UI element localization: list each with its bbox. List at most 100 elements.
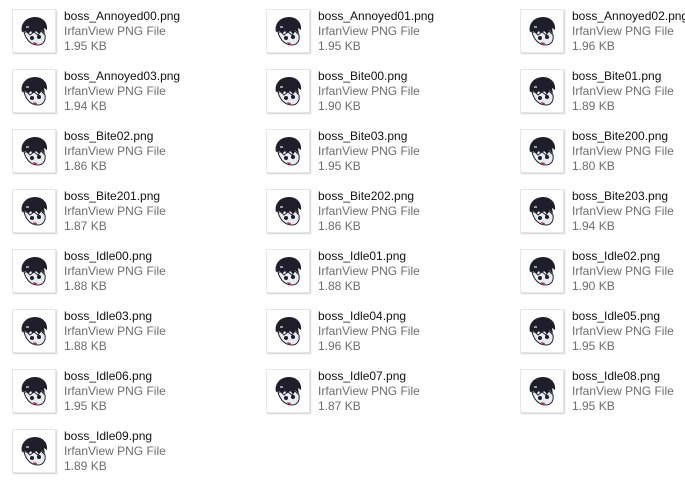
file-tile[interactable]: boss_Bite203.png IrfanView PNG File 1.94… [508,180,685,233]
file-type: IrfanView PNG File [318,324,420,338]
file-type: IrfanView PNG File [318,204,420,218]
file-tile[interactable]: boss_Idle08.png IrfanView PNG File 1.95 … [508,360,685,413]
boss-sprite-thumbnail-icon [12,189,56,233]
file-tile[interactable]: boss_Idle09.png IrfanView PNG File 1.89 … [0,420,240,473]
boss-sprite-thumbnail-icon [520,309,564,353]
file-type: IrfanView PNG File [572,264,674,278]
boss-sprite-thumbnail-icon [520,189,564,233]
file-name: boss_Idle02.png [572,249,661,263]
boss-sprite-thumbnail-icon [266,369,310,413]
boss-sprite-thumbnail-icon [12,69,56,113]
file-name: boss_Idle07.png [318,369,407,383]
file-tile[interactable]: boss_Idle07.png IrfanView PNG File 1.87 … [254,360,494,413]
boss-sprite-thumbnail-icon [12,129,56,173]
boss-sprite-thumbnail-icon [266,129,310,173]
file-tile[interactable]: boss_Bite201.png IrfanView PNG File 1.87… [0,180,240,233]
file-type: IrfanView PNG File [572,324,674,338]
file-tile[interactable]: boss_Bite202.png IrfanView PNG File 1.86… [254,180,494,233]
file-size: 1.86 KB [318,219,361,233]
boss-sprite-thumbnail-icon [520,69,564,113]
file-size: 1.88 KB [318,279,361,293]
file-type: IrfanView PNG File [318,84,420,98]
file-tile[interactable]: boss_Idle04.png IrfanView PNG File 1.96 … [254,300,494,353]
file-tile[interactable]: boss_Annoyed03.png IrfanView PNG File 1.… [0,60,240,113]
file-tile[interactable]: boss_Annoyed02.png IrfanView PNG File 1.… [508,0,685,53]
boss-sprite-thumbnail-icon [12,249,56,293]
file-name: boss_Idle09.png [64,429,153,443]
file-size: 1.90 KB [318,99,361,113]
file-type: IrfanView PNG File [64,444,166,458]
boss-sprite-thumbnail-icon [520,129,564,173]
file-type: IrfanView PNG File [572,144,674,158]
file-size: 1.90 KB [572,279,615,293]
boss-sprite-thumbnail-icon [12,369,56,413]
file-name: boss_Bite03.png [318,129,408,143]
file-type: IrfanView PNG File [64,384,166,398]
file-tile[interactable]: boss_Bite01.png IrfanView PNG File 1.89 … [508,60,685,113]
file-tile[interactable]: boss_Bite02.png IrfanView PNG File 1.86 … [0,120,240,173]
file-tile[interactable]: boss_Idle01.png IrfanView PNG File 1.88 … [254,240,494,293]
file-size: 1.95 KB [572,399,615,413]
file-type: IrfanView PNG File [572,84,674,98]
boss-sprite-thumbnail-icon [520,369,564,413]
file-name: boss_Bite202.png [318,189,415,203]
file-tiles-view: boss_Annoyed00.png IrfanView PNG File 1.… [0,0,685,486]
file-tile[interactable]: boss_Idle03.png IrfanView PNG File 1.88 … [0,300,240,353]
file-size: 1.96 KB [318,339,361,353]
file-type: IrfanView PNG File [318,264,420,278]
file-name: boss_Idle00.png [64,249,153,263]
file-size: 1.95 KB [572,339,615,353]
file-size: 1.95 KB [64,39,107,53]
file-size: 1.89 KB [572,99,615,113]
boss-sprite-thumbnail-icon [266,249,310,293]
boss-sprite-thumbnail-icon [520,249,564,293]
file-name: boss_Idle06.png [64,369,153,383]
file-tile[interactable]: boss_Idle02.png IrfanView PNG File 1.90 … [508,240,685,293]
file-name: boss_Annoyed01.png [318,9,435,23]
file-tile[interactable]: boss_Idle06.png IrfanView PNG File 1.95 … [0,360,240,413]
file-name: boss_Idle05.png [572,309,661,323]
file-type: IrfanView PNG File [64,204,166,218]
file-tile[interactable]: boss_Idle05.png IrfanView PNG File 1.95 … [508,300,685,353]
file-type: IrfanView PNG File [64,24,166,38]
file-tile[interactable]: boss_Annoyed00.png IrfanView PNG File 1.… [0,0,240,53]
file-size: 1.95 KB [64,399,107,413]
file-name: boss_Annoyed03.png [64,69,181,83]
file-tile[interactable]: boss_Bite03.png IrfanView PNG File 1.95 … [254,120,494,173]
file-size: 1.80 KB [572,159,615,173]
file-name: boss_Idle08.png [572,369,661,383]
file-type: IrfanView PNG File [64,144,166,158]
file-name: boss_Bite200.png [572,129,669,143]
boss-sprite-thumbnail-icon [520,9,564,53]
file-name: boss_Annoyed02.png [572,9,685,23]
file-type: IrfanView PNG File [572,204,674,218]
file-name: boss_Bite203.png [572,189,669,203]
file-size: 1.87 KB [318,399,361,413]
file-size: 1.87 KB [64,219,107,233]
file-name: boss_Idle03.png [64,309,153,323]
boss-sprite-thumbnail-icon [266,309,310,353]
file-size: 1.95 KB [318,159,361,173]
file-name: boss_Idle01.png [318,249,407,263]
file-size: 1.89 KB [64,459,107,473]
boss-sprite-thumbnail-icon [266,69,310,113]
file-size: 1.88 KB [64,279,107,293]
file-tile[interactable]: boss_Bite00.png IrfanView PNG File 1.90 … [254,60,494,113]
file-type: IrfanView PNG File [318,24,420,38]
boss-sprite-thumbnail-icon [12,429,56,473]
file-size: 1.96 KB [572,39,615,53]
file-name: boss_Bite201.png [64,189,161,203]
file-type: IrfanView PNG File [572,24,674,38]
file-size: 1.88 KB [64,339,107,353]
file-tile[interactable]: boss_Idle00.png IrfanView PNG File 1.88 … [0,240,240,293]
file-name: boss_Annoyed00.png [64,9,181,23]
file-tile[interactable]: boss_Annoyed01.png IrfanView PNG File 1.… [254,0,494,53]
boss-sprite-thumbnail-icon [266,9,310,53]
file-name: boss_Bite02.png [64,129,154,143]
file-type: IrfanView PNG File [318,384,420,398]
file-tile[interactable]: boss_Bite200.png IrfanView PNG File 1.80… [508,120,685,173]
file-size: 1.94 KB [64,99,107,113]
file-type: IrfanView PNG File [64,264,166,278]
file-name: boss_Bite01.png [572,69,662,83]
file-size: 1.94 KB [572,219,615,233]
